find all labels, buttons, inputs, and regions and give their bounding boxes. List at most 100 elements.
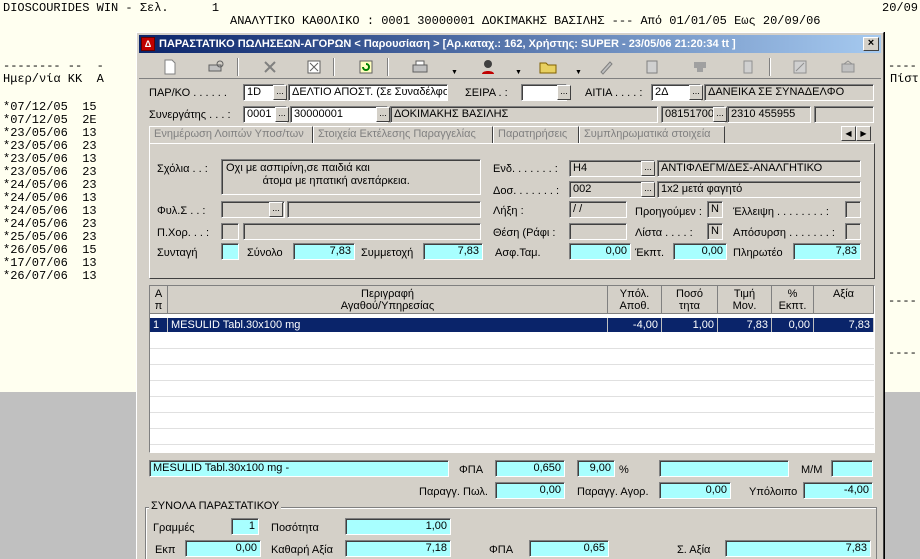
table-row[interactable]: 1 MESULID Tabl.30x100 mg -4,00 1,00 7,83…	[150, 318, 874, 332]
cancel-icon[interactable]	[303, 57, 325, 77]
thesi-label: Θέση (Ράφι :	[493, 227, 556, 239]
tab-scroll-right-icon[interactable]: ▶	[856, 126, 871, 141]
col-header-text: Περιγραφή	[361, 288, 414, 300]
col-header-axia[interactable]: Αξία	[814, 286, 874, 314]
folder-icon[interactable]	[537, 57, 559, 77]
pliroteo-field[interactable]: 7,83	[793, 243, 861, 260]
ypoloipo-field[interactable]: -4,00	[803, 482, 873, 499]
cell-poso: 1,00	[662, 318, 718, 332]
lista-field[interactable]: N	[707, 223, 723, 240]
col-header-timi[interactable]: Τιμή Μον.	[718, 286, 772, 314]
lixi-field[interactable]: / /	[569, 201, 627, 218]
parko-desc-field[interactable]: ΔΕΛΤΙΟ ΑΠΟΣΤ. (Σε Συναδέλφο)	[288, 84, 448, 101]
synolo-field[interactable]: 7,83	[293, 243, 355, 260]
synergatis-extra-field	[814, 106, 874, 123]
close-button[interactable]: ×	[863, 37, 879, 51]
synergatis-code1-lookup[interactable]: ...	[275, 107, 289, 122]
refresh-icon[interactable]	[355, 57, 377, 77]
ekpt-label: Έκπτ.	[635, 247, 665, 259]
synergatis-code2-field[interactable]: 30000001	[290, 106, 388, 123]
symmetoxi-field[interactable]: 7,83	[423, 243, 483, 260]
mm-field[interactable]	[831, 460, 873, 477]
tab-sympliromatika[interactable]: Συμπληρωματικά στοιχεία	[579, 126, 725, 144]
footer-fpa-field[interactable]: 0,650	[495, 460, 565, 477]
dosologia-desc-field: 1x2 μετά φαγητό	[657, 181, 861, 198]
print-preview-icon[interactable]	[205, 57, 227, 77]
parag-agor-field[interactable]: 0,00	[659, 482, 731, 499]
col-header-desc[interactable]: Περιγραφή Αγαθού/Υπηρεσίας	[168, 286, 608, 314]
report-col-right: Πίστ	[890, 72, 919, 86]
aposyrsi-field[interactable]	[845, 223, 861, 240]
chevron-down-icon[interactable]: ▼	[515, 69, 522, 76]
toolbar-separator	[769, 58, 771, 76]
dosologia-lookup-button[interactable]: ...	[641, 182, 655, 197]
cell-timi: 7,83	[718, 318, 772, 332]
totals-fpa-label: ΦΠΑ	[489, 544, 514, 556]
col-header-a[interactable]: Απ	[150, 286, 168, 314]
parko-lookup-button[interactable]: ...	[273, 85, 287, 100]
printer-icon[interactable]	[409, 57, 431, 77]
col-header-text: Αγαθού/Υπηρεσίας	[340, 300, 435, 312]
seira-lookup-button[interactable]: ...	[557, 85, 571, 100]
new-icon[interactable]	[159, 57, 181, 77]
col-header-ekpt[interactable]: % Εκπτ.	[772, 286, 814, 314]
synergatis-name-field[interactable]: ΔΟΚΙΜΑΚΗΣ ΒΑΣΙΛΗΣ	[390, 106, 658, 123]
grid-divider	[150, 364, 874, 365]
toolbar-separator	[333, 58, 335, 76]
footer-fpa-label: ΦΠΑ	[459, 464, 484, 476]
edit-icon[interactable]	[595, 57, 617, 77]
user-icon[interactable]	[477, 57, 499, 77]
ekpt-field[interactable]: 0,00	[673, 243, 727, 260]
synergatis-afm-lookup[interactable]: ...	[713, 107, 727, 122]
parag-pol-field[interactable]: 0,00	[495, 482, 565, 499]
chevron-down-icon[interactable]: ▼	[575, 69, 582, 76]
pxor-code-field[interactable]	[221, 223, 239, 240]
elleipsi-field[interactable]	[845, 201, 861, 218]
tab-strip: Ενημέρωση Λοιπών Υποσ/των Στοιχεία Εκτέλ…	[149, 126, 877, 144]
chevron-down-icon[interactable]: ▼	[451, 69, 458, 76]
syntagi-label: Συνταγή	[157, 247, 198, 259]
aitia-lookup-button[interactable]: ...	[689, 85, 703, 100]
stamp-icon[interactable]	[689, 57, 711, 77]
sxolia-label: Σχόλια . . :	[157, 163, 208, 175]
footer-fpa-rate-field[interactable]: 9,00	[577, 460, 615, 477]
col-header-text: Αξία	[832, 288, 855, 300]
item-desc-field[interactable]: MESULID Tabl.30x100 mg -	[149, 460, 449, 477]
toolbar-separator	[237, 58, 239, 76]
title-bar[interactable]: Δ ΠΑΡΑΣΤΑΤΙΚΟ ΠΩΛΗΣΕΩΝ-ΑΓΟΡΩΝ < Παρουσία…	[139, 35, 881, 53]
tab-ypostimata[interactable]: Ενημέρωση Λοιπών Υποσ/των	[149, 126, 313, 144]
endeiksi-lookup-button[interactable]: ...	[641, 161, 655, 176]
syntagi-field[interactable]	[221, 243, 239, 260]
archive-icon[interactable]	[837, 57, 859, 77]
col-header-ypol[interactable]: Υπόλ. Αποθ.	[608, 286, 662, 314]
synergatis-label: Συνεργάτης . . . :	[149, 109, 231, 121]
proigoumeno-field[interactable]: N	[707, 201, 723, 218]
aitia-desc-field[interactable]: ΔΑΝΕΙΚΑ ΣΕ ΣΥΝΑΔΕΛΦΟ	[704, 84, 874, 101]
grid-divider	[150, 396, 874, 397]
grid-header: Απ Περιγραφή Αγαθού/Υπηρεσίας Υπόλ. Αποθ. …	[150, 286, 874, 314]
tab-ektelesi[interactable]: Στοιχεία Εκτέλεσης Παραγγελίας	[313, 126, 493, 144]
grammes-label: Γραμμές	[153, 522, 195, 534]
export-icon[interactable]	[641, 57, 663, 77]
thesi-field[interactable]	[569, 223, 627, 240]
cell-ypol: -4,00	[608, 318, 662, 332]
tab-scroll-left-icon[interactable]: ◀	[841, 126, 856, 141]
asftam-field[interactable]: 0,00	[569, 243, 631, 260]
fyls-lookup-button[interactable]: ...	[269, 202, 283, 217]
import-icon[interactable]	[789, 57, 811, 77]
clip-icon[interactable]	[737, 57, 759, 77]
footer-extra-field[interactable]	[659, 460, 789, 477]
report-header-date: 20/09	[882, 1, 919, 15]
col-header-text: Υπόλ.	[619, 288, 650, 300]
items-grid[interactable]: Απ Περιγραφή Αγαθού/Υπηρεσίας Υπόλ. Αποθ. …	[149, 285, 875, 453]
toolbar: ▼ ▼ ▼	[139, 55, 881, 79]
mm-label: Μ/Μ	[801, 464, 823, 476]
tab-paratiriseis[interactable]: Παρατηρήσεις	[493, 126, 579, 144]
seira-label: ΣΕΙΡΑ . :	[465, 87, 508, 99]
sxolia-textarea[interactable]: Οχι με ασπιρίνη,σε παιδιά και άτομα με η…	[221, 159, 481, 195]
delete-icon[interactable]	[259, 57, 281, 77]
synergatis-code2-lookup[interactable]: ...	[376, 107, 390, 122]
col-header-text: π	[154, 300, 163, 312]
col-header-poso[interactable]: Ποσό τητα	[662, 286, 718, 314]
elleipsi-label: Έλλειψη . . . . . . . . :	[733, 206, 829, 218]
